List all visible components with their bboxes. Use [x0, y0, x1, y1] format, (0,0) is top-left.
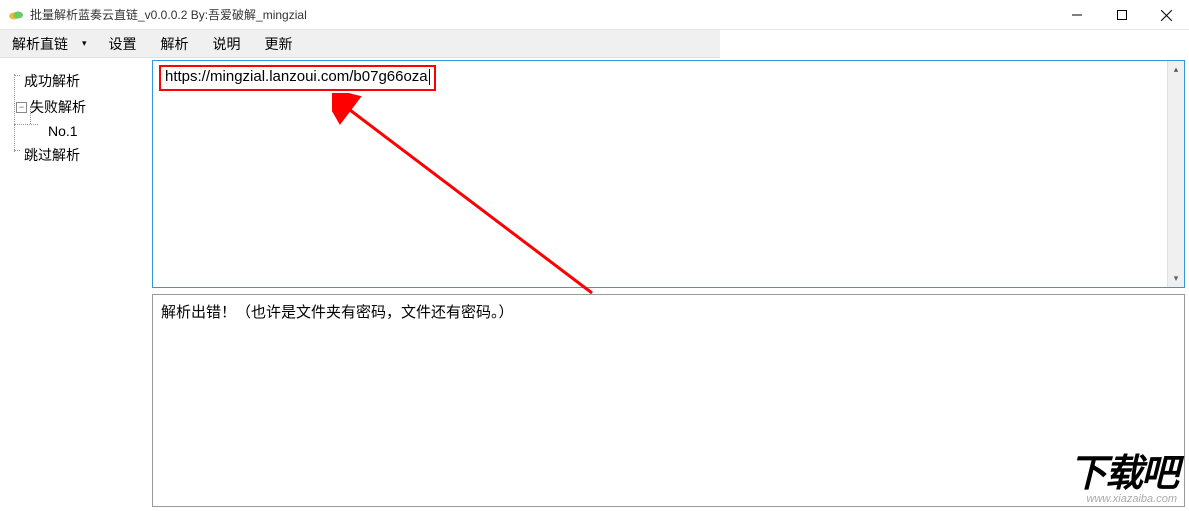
close-button[interactable]	[1144, 0, 1189, 30]
tree-label: No.1	[48, 123, 78, 139]
chevron-down-icon[interactable]: ▾	[76, 38, 93, 49]
output-panel[interactable]: 解析出错！（也许是文件夹有密码，文件还有密码。）	[152, 294, 1185, 507]
tree-item-skip[interactable]: 跳过解析	[6, 142, 148, 168]
sidebar-tree: 成功解析 − 失败解析 No.1 跳过解析	[2, 60, 152, 507]
tree-item-failed[interactable]: − 失败解析	[6, 94, 148, 120]
menubar: 解析直链 ▾ 设置 解析 说明 更新	[0, 30, 720, 58]
text-cursor	[429, 69, 430, 85]
menu-settings[interactable]: 设置	[97, 30, 149, 57]
main-area: 成功解析 − 失败解析 No.1 跳过解析 https://mingzial.l…	[0, 58, 1189, 511]
menu-label: 解析直链	[12, 34, 68, 54]
menu-update[interactable]: 更新	[253, 30, 305, 57]
menu-help[interactable]: 说明	[201, 30, 253, 57]
tree-item-success[interactable]: 成功解析	[6, 68, 148, 94]
scroll-down-icon[interactable]: ▾	[1168, 270, 1184, 287]
output-message: 解析出错！（也许是文件夹有密码，文件还有密码。）	[161, 304, 514, 321]
arrow-annotation	[332, 93, 612, 313]
scroll-up-icon[interactable]: ▴	[1168, 61, 1184, 78]
minimize-button[interactable]	[1054, 0, 1099, 30]
url-text-highlighted: https://mingzial.lanzoui.com/b07g66oza	[159, 65, 436, 91]
app-icon	[8, 7, 24, 23]
menu-parse-direct-link[interactable]: 解析直链 ▾	[0, 30, 97, 57]
tree-label: 成功解析	[24, 71, 80, 91]
titlebar: 批量解析蓝奏云直链_v0.0.0.2 By:吾爱破解_mingzial	[0, 0, 1189, 30]
window-controls	[1054, 0, 1189, 30]
maximize-button[interactable]	[1099, 0, 1144, 30]
scrollbar-vertical[interactable]: ▴ ▾	[1167, 61, 1184, 287]
menu-parse[interactable]: 解析	[149, 30, 201, 57]
right-panels: https://mingzial.lanzoui.com/b07g66oza ▴…	[152, 60, 1185, 507]
url-input-panel[interactable]: https://mingzial.lanzoui.com/b07g66oza ▴…	[152, 60, 1185, 288]
url-value: https://mingzial.lanzoui.com/b07g66oza	[165, 68, 428, 85]
scroll-track[interactable]	[1168, 78, 1184, 270]
tree-label: 失败解析	[30, 97, 86, 117]
tree-expander-icon[interactable]: −	[16, 102, 27, 113]
tree-label: 跳过解析	[24, 145, 80, 165]
window-title: 批量解析蓝奏云直链_v0.0.0.2 By:吾爱破解_mingzial	[30, 6, 307, 23]
